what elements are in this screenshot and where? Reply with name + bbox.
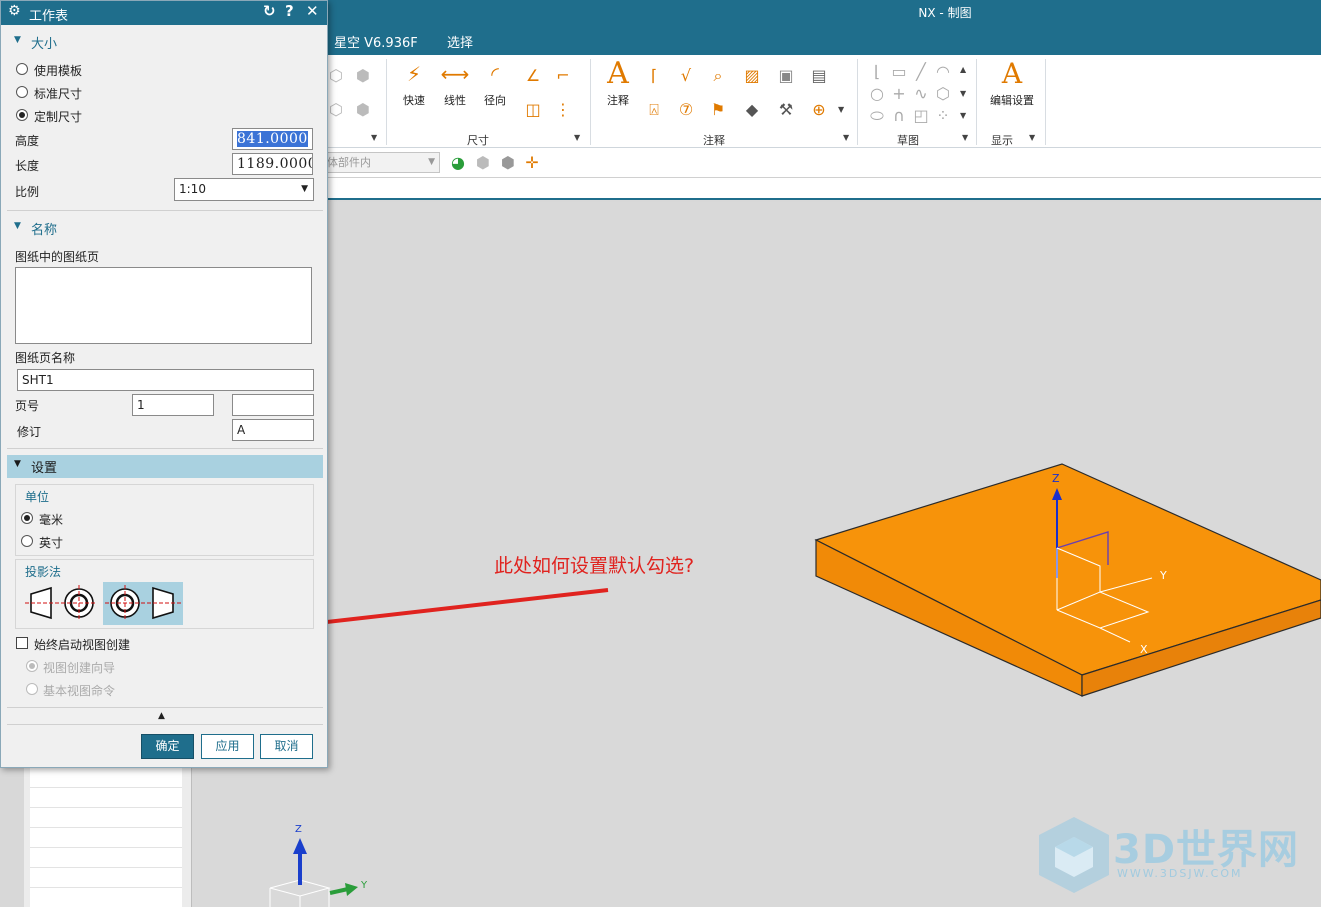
height-input[interactable]: 841.0000: [232, 128, 313, 150]
revision-label: 修订: [17, 425, 42, 439]
apply-button[interactable]: 应用: [201, 734, 254, 759]
collapse-icon: ▼: [14, 35, 21, 45]
close-icon[interactable]: ✕: [306, 2, 319, 20]
sheets-in-drawing-label: 图纸中的图纸页: [15, 250, 100, 264]
collapse-icon: ▼: [14, 221, 21, 231]
x-axis-label: X: [1140, 643, 1148, 656]
scale-select[interactable]: 1:10 ▼: [174, 178, 314, 201]
height-label: 高度: [15, 134, 40, 148]
sheets-list[interactable]: [15, 267, 312, 344]
ok-button[interactable]: 确定: [141, 734, 194, 759]
revision-input[interactable]: A: [232, 419, 314, 441]
settings-section-header[interactable]: ▼ 设置: [7, 455, 323, 478]
page-number-suffix-input[interactable]: [232, 394, 314, 416]
view-creation-wizard-label: 视图创建向导: [43, 661, 116, 675]
size-section-header[interactable]: ▼ 大小: [7, 31, 323, 53]
custom-size-label: 定制尺寸: [34, 110, 83, 124]
third-angle-projection-button[interactable]: [103, 582, 183, 625]
divider: [7, 707, 323, 708]
length-input[interactable]: 1189.0000: [232, 153, 313, 175]
units-label: 单位: [25, 490, 50, 504]
reset-icon[interactable]: ↻: [263, 2, 276, 20]
y-axis-label: Y: [1160, 569, 1167, 582]
custom-size-radio[interactable]: [16, 109, 28, 121]
always-start-view-creation-label: 始终启动视图创建: [34, 638, 131, 652]
base-view-command-label: 基本视图命令: [43, 684, 116, 698]
third-angle-projection-icon: [105, 585, 181, 621]
view-z-label: Z: [295, 824, 302, 835]
chevron-up-icon[interactable]: ▲: [158, 711, 165, 721]
cancel-button[interactable]: 取消: [260, 734, 313, 759]
standard-size-label: 标准尺寸: [34, 87, 83, 101]
view-y-axis: [329, 887, 349, 895]
sheet-name-input[interactable]: SHT1: [17, 369, 314, 391]
z-axis-label: Z: [1052, 472, 1060, 485]
first-angle-projection-button[interactable]: [23, 582, 99, 624]
length-label: 长度: [15, 159, 40, 173]
sheet-dialog: ⚙ 工作表 ↻ ? ✕ ▼ 大小 使用模板 标准尺寸 定制尺寸 高度 841.0…: [0, 0, 328, 768]
help-icon[interactable]: ?: [285, 2, 294, 20]
view-creation-wizard-radio[interactable]: [26, 660, 38, 672]
always-start-view-creation-checkbox[interactable]: [16, 637, 28, 649]
first-angle-projection-icon: [25, 585, 97, 621]
sheet-name-label: 图纸页名称: [15, 351, 76, 365]
gear-icon[interactable]: ⚙: [8, 3, 21, 19]
base-view-command-radio[interactable]: [26, 683, 38, 695]
name-section-header[interactable]: ▼ 名称: [7, 217, 323, 239]
millimeter-label: 毫米: [39, 513, 64, 527]
projection-label: 投影法: [25, 565, 62, 579]
collapse-icon: ▼: [14, 459, 21, 469]
annotation-note: 此处如何设置默认勾选?: [494, 555, 695, 577]
view-y-label: Y: [361, 880, 368, 891]
inch-radio[interactable]: [21, 535, 33, 547]
standard-size-radio[interactable]: [16, 86, 28, 98]
use-template-radio[interactable]: [16, 63, 28, 75]
watermark-logo: [1039, 817, 1109, 893]
millimeter-radio[interactable]: [21, 512, 33, 524]
scale-label: 比例: [15, 185, 40, 199]
divider: [7, 448, 323, 449]
page-number-input[interactable]: 1: [132, 394, 214, 416]
watermark-url: WWW.3DSJW.COM: [1117, 867, 1243, 880]
chevron-down-icon: ▼: [301, 184, 308, 194]
inch-label: 英寸: [39, 536, 64, 550]
dialog-title: 工作表: [29, 9, 69, 24]
divider: [7, 724, 323, 725]
use-template-label: 使用模板: [34, 64, 83, 78]
dialog-title-bar: ⚙ 工作表 ↻ ? ✕: [1, 1, 327, 25]
divider: [7, 210, 323, 211]
page-number-label: 页号: [15, 399, 40, 413]
